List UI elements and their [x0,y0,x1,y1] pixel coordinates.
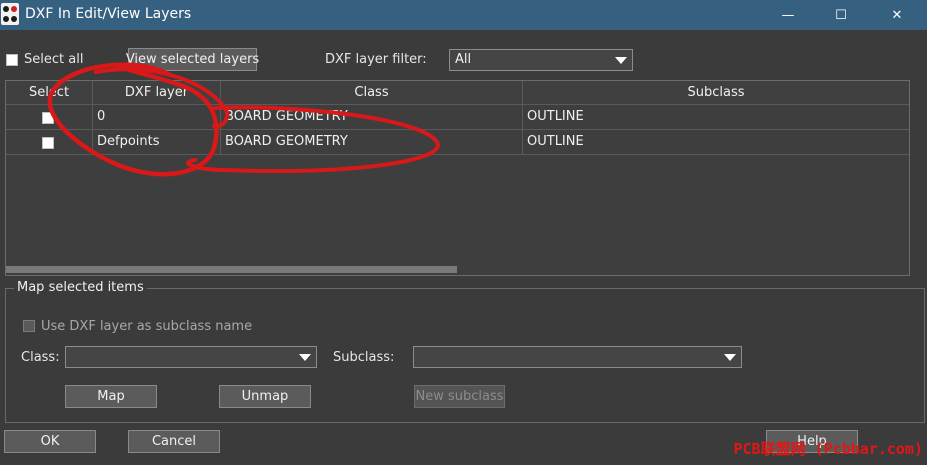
dxf-layer-filter-select[interactable]: All [449,49,633,71]
close-button[interactable]: ✕ [874,0,920,30]
new-subclass-button[interactable]: New subclass [414,385,505,408]
subclass-cell: OUTLINE [527,134,584,149]
maximize-button[interactable]: ☐ [818,0,864,30]
layers-table: Select DXF layer Class Subclass 0 BOARD … [5,80,910,276]
dxf-layer-cell: 0 [93,105,221,129]
subclass-cell: OUTLINE [527,109,584,124]
group-title: Map selected items [14,280,147,295]
unmap-button[interactable]: Unmap [219,385,311,408]
close-icon: ✕ [891,7,903,23]
minimize-icon: — [781,7,795,23]
chevron-down-icon [724,354,736,361]
class-cell: BOARD GEOMETRY [221,130,523,154]
window-title: DXF In Edit/View Layers [25,6,192,22]
watermark: PCB联盟网 (Pcbbar.com) [733,440,924,458]
map-selected-items-group: Map selected items Use DXF layer as subc… [5,280,925,423]
horizontal-scrollbar[interactable] [6,266,457,273]
table-row[interactable]: 0 BOARD GEOMETRY OUTLINE [6,105,909,130]
dxf-layer-cell: Defpoints [93,130,221,154]
filter-value: All [455,52,472,67]
title-bar: DXF In Edit/View Layers — ☐ ✕ [0,0,927,30]
chevron-down-icon [299,354,311,361]
header-dxf-layer[interactable]: DXF layer [93,81,221,105]
row-select-checkbox[interactable] [42,137,54,149]
view-selected-layers-button[interactable]: View selected layers [126,48,259,71]
use-subclass-checkbox[interactable] [23,320,35,332]
minimize-button[interactable]: — [765,0,811,30]
app-icon [1,3,19,25]
header-class[interactable]: Class [221,81,523,105]
dxf-layer-filter-label: DXF layer filter: [325,52,427,67]
subclass-select[interactable] [413,346,742,368]
header-select[interactable]: Select [6,81,93,105]
map-button[interactable]: Map [65,385,157,408]
row-select-checkbox[interactable] [42,112,54,124]
subclass-label: Subclass: [333,350,395,365]
select-all-label: Select all [24,52,84,67]
select-cell[interactable] [6,130,93,154]
chevron-down-icon [615,57,627,64]
class-select[interactable] [65,346,317,368]
maximize-icon: ☐ [835,7,847,23]
select-all-checkbox[interactable] [6,54,18,66]
select-cell[interactable] [6,105,93,129]
cancel-button[interactable]: Cancel [128,430,220,453]
table-row[interactable]: Defpoints BOARD GEOMETRY OUTLINE [6,130,909,155]
ok-button[interactable]: OK [4,430,96,453]
class-cell: BOARD GEOMETRY [221,105,523,129]
header-subclass[interactable]: Subclass [523,81,909,105]
class-label: Class: [21,350,60,365]
use-subclass-label: Use DXF layer as subclass name [41,319,253,334]
